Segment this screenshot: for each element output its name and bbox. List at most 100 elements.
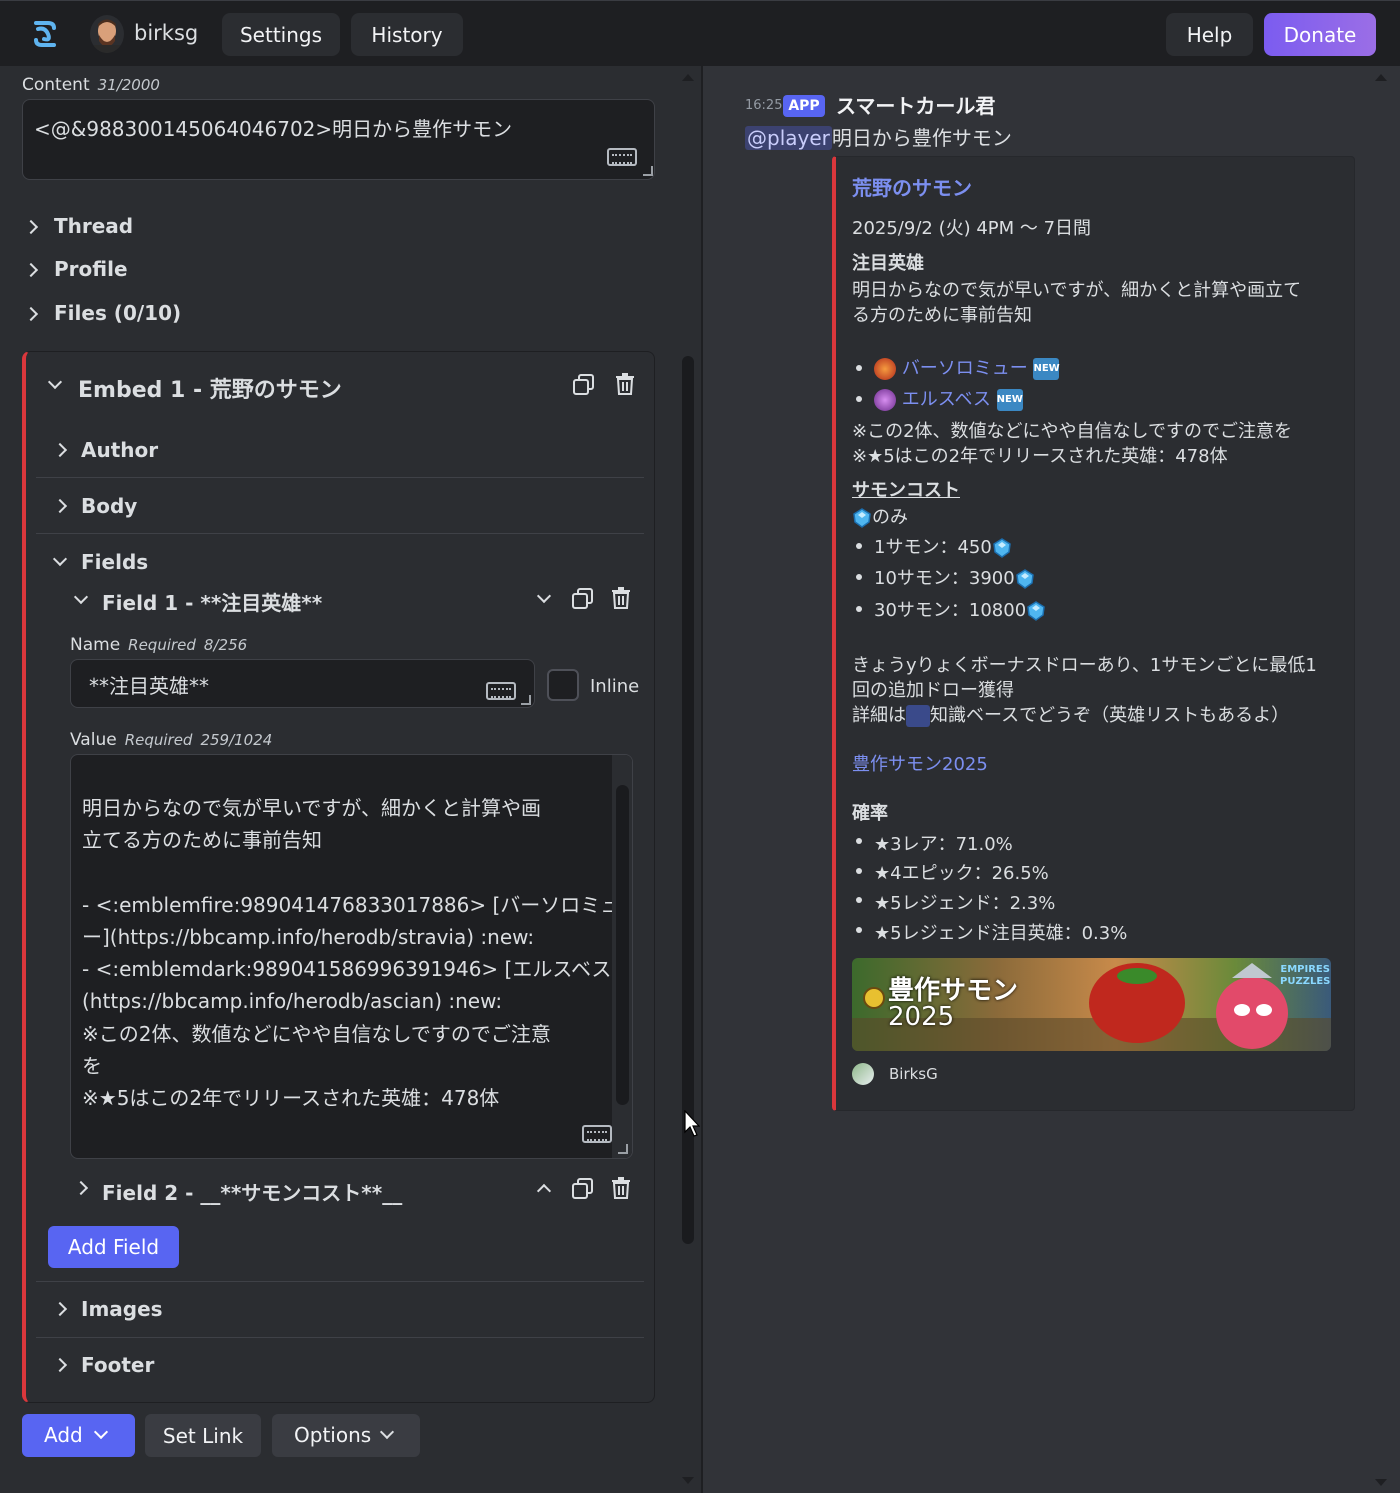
bullet	[856, 396, 862, 402]
hero1-item: バーソロミュー NEW	[874, 354, 1060, 380]
chevron-down-icon[interactable]	[73, 589, 89, 605]
footer-name: BirksG	[889, 1065, 938, 1083]
resize-handle-icon[interactable]	[521, 695, 531, 705]
move-up-icon[interactable]	[536, 1183, 552, 1199]
mouse-cursor-icon	[684, 1110, 700, 1137]
value-line: ※★5はこの2年でリリースされた英雄：478体	[82, 1085, 500, 1110]
inline-label: Inline	[590, 676, 640, 697]
trash-icon[interactable]	[611, 1177, 631, 1199]
options-button[interactable]: Options	[272, 1414, 420, 1457]
trash-icon[interactable]	[615, 373, 635, 395]
chevron-down-icon[interactable]	[52, 551, 68, 567]
value-scrollbar[interactable]	[612, 755, 632, 1158]
duplicate-icon[interactable]	[572, 1178, 594, 1200]
divider	[36, 1281, 644, 1282]
rate-item: ★5レジェンド注目英雄：0.3%	[874, 923, 1128, 944]
fields-section[interactable]: Fields	[81, 550, 148, 574]
scroll-up-icon[interactable]	[1374, 72, 1388, 82]
content-textarea[interactable]: <@&988300145064046702>明日から豊作サモン	[22, 99, 655, 180]
hero2-item: エルスベス NEW	[874, 385, 1023, 411]
field2-title[interactable]: Field 2 - __**サモンコスト**__	[102, 1177, 402, 1206]
keyboard-icon[interactable]	[607, 148, 637, 166]
user-avatar[interactable]	[90, 15, 124, 53]
new-badge-icon: NEW	[1033, 358, 1060, 380]
duplicate-icon[interactable]	[572, 588, 594, 610]
bullet	[856, 838, 862, 844]
value-line	[82, 760, 602, 792]
bullet	[856, 606, 862, 612]
files-section[interactable]: Files (0/10)	[54, 301, 181, 325]
chevron-down-icon	[379, 1424, 395, 1440]
name-input[interactable]: **注目英雄**	[70, 659, 535, 708]
new-badge-icon: NEW	[996, 389, 1023, 411]
keyboard-icon[interactable]	[582, 1125, 612, 1143]
set-link-button[interactable]: Set Link	[145, 1414, 261, 1457]
gem-icon	[993, 538, 1011, 558]
value-text: 明日からなので気が早いですが、細かくと計算や画 立てる方のために事前告知 - <:e…	[82, 760, 620, 1114]
rate-item: ★3レア：71.0%	[874, 834, 1013, 855]
hero1-link[interactable]: バーソロミュー	[902, 358, 1028, 379]
add-field-button[interactable]: Add Field	[48, 1226, 179, 1268]
inline-checkbox[interactable]	[547, 669, 579, 701]
preview-panel: 16:25 APP スマートカール君 @player 明日から豊作サモン 荒野のサ…	[703, 66, 1400, 1493]
summon-link[interactable]: 豊作サモン2025	[852, 750, 988, 776]
resize-handle-icon[interactable]	[643, 166, 653, 176]
divider	[36, 477, 644, 478]
author-section[interactable]: Author	[81, 438, 158, 462]
history-button[interactable]: History	[351, 13, 463, 56]
hero2-link[interactable]: エルスベス	[902, 389, 991, 410]
trash-icon[interactable]	[611, 587, 631, 609]
scroll-down-icon[interactable]	[681, 1476, 695, 1486]
help-button[interactable]: Help	[1166, 13, 1253, 56]
bullet	[856, 543, 862, 549]
settings-button[interactable]: Settings	[222, 13, 340, 56]
scroll-up-icon[interactable]	[681, 72, 695, 82]
app-logo-icon[interactable]	[28, 17, 62, 51]
note1: ※この2体、数値などにやや自信なしですのでご注意を	[852, 421, 1292, 442]
cost-item: 10サモン：3900	[874, 564, 1035, 590]
chevron-down-icon[interactable]	[47, 374, 63, 390]
embed-title[interactable]: Embed 1 - 荒野のサモン	[78, 372, 342, 404]
bottom-toolbar: Add Set Link Options	[0, 1403, 680, 1483]
field1-name: 注目英雄	[852, 253, 924, 274]
message-time: 16:25	[745, 98, 783, 113]
embed-image[interactable]: 豊作サモン 2025 EMPIRES PUZZLES	[852, 958, 1331, 1051]
chevron-right-icon	[52, 1357, 68, 1373]
field1-title[interactable]: Field 1 - **注目英雄**	[102, 587, 322, 616]
body-section[interactable]: Body	[81, 494, 137, 518]
bullet	[856, 868, 862, 874]
footer-avatar	[852, 1063, 874, 1085]
bonus-line2: 回の追加ドロー獲得	[852, 680, 1014, 701]
embed-editor: Embed 1 - 荒野のサモン Author Body Fields Fiel…	[22, 351, 655, 1403]
chevron-right-icon	[52, 1301, 68, 1317]
content-count: 31/2000	[97, 76, 160, 94]
add-button[interactable]: Add	[22, 1414, 135, 1457]
value-line: ー](https://bbcamp.info/herodb/stravia) :…	[82, 924, 535, 949]
value-line: ※この2体、数値などにやや自信なしですのでご注意	[82, 1021, 551, 1046]
footer-section[interactable]: Footer	[81, 1353, 154, 1377]
chevron-right-icon	[23, 262, 39, 278]
embed-preview: 荒野のサモン 2025/9/2 (火) 4PM 〜 7日間 注目英雄 明日からな…	[832, 156, 1355, 1111]
resize-handle-icon[interactable]	[618, 1144, 628, 1154]
images-section[interactable]: Images	[81, 1297, 163, 1321]
field1-line1: 明日からなので気が早いですが、細かくと計算や画立て	[852, 280, 1302, 301]
scroll-down-icon[interactable]	[1374, 1478, 1388, 1488]
value-textarea[interactable]: 明日からなので気が早いですが、細かくと計算や画 立てる方のために事前告知 - <:e…	[70, 754, 633, 1159]
bot-name[interactable]: スマートカール君	[836, 90, 995, 119]
value-line: 明日からなので気が早いですが、細かくと計算や画	[82, 796, 541, 821]
rate-item: ★5レジェンド：2.3%	[874, 893, 1056, 914]
keyboard-icon[interactable]	[486, 682, 516, 700]
move-down-icon[interactable]	[536, 588, 552, 604]
embed-title-link[interactable]: 荒野のサモン	[852, 172, 972, 201]
only-line: のみ	[852, 503, 908, 529]
value-label: Value Required 259/1024	[70, 730, 273, 750]
value-line: - <:emblemdark:989041586996391946> [エルスベ…	[82, 957, 620, 982]
donate-button[interactable]: Donate	[1264, 13, 1376, 56]
role-mention[interactable]: @player	[745, 126, 832, 150]
chevron-right-icon	[52, 442, 68, 458]
gem-icon	[853, 508, 871, 528]
emblem-dark-icon	[874, 389, 896, 411]
duplicate-icon[interactable]	[573, 374, 595, 396]
thread-section[interactable]: Thread	[54, 214, 133, 238]
profile-section[interactable]: Profile	[54, 257, 128, 281]
